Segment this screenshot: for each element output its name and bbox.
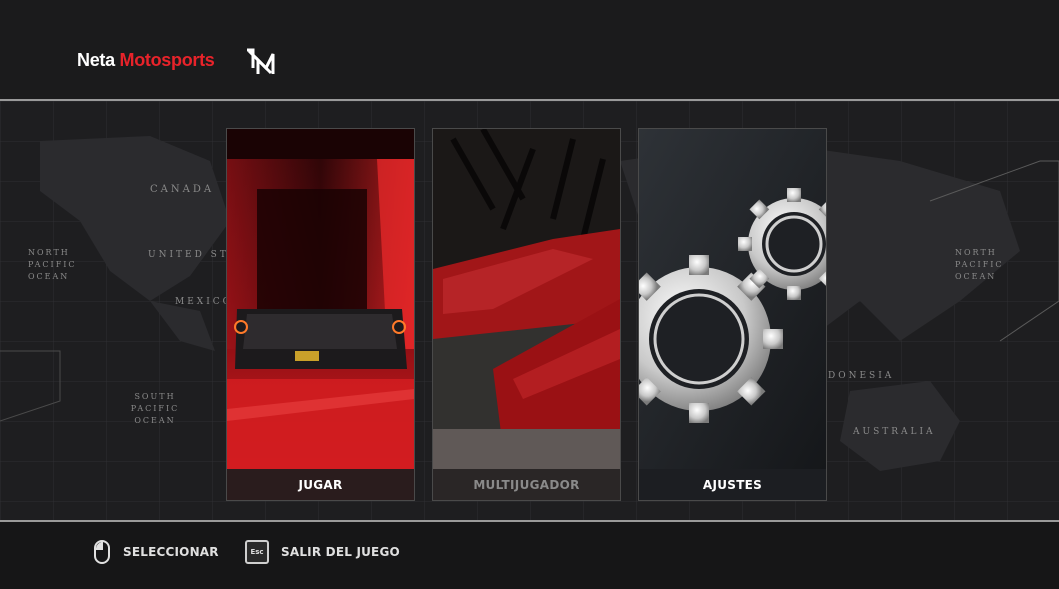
header-bar: Neta Motosports: [0, 0, 1059, 101]
select-label: SELECCIONAR: [123, 545, 219, 559]
map-label-north-pacific: NORTH PACIFIC OCEAN: [28, 248, 77, 281]
esc-key-icon: Esc: [245, 540, 269, 564]
map-label-australia: AUSTRALIA: [853, 427, 936, 437]
red-supercar-rear-image: [227, 129, 414, 469]
brand-name-part1: Neta: [77, 50, 115, 70]
card-label: MULTIJUGADOR: [433, 469, 620, 500]
mouse-icon: [94, 540, 110, 564]
card-label: AJUSTES: [639, 469, 826, 500]
map-label-canada: CANADA: [150, 184, 215, 195]
gears-image: [639, 129, 826, 469]
map-label-north-pacific-right: NORTH PACIFIC OCEAN: [955, 248, 1004, 281]
exit-hint[interactable]: Esc SALIR DEL JUEGO: [245, 540, 400, 564]
map-label-south-pacific: SOUTH PACIFIC OCEAN: [130, 392, 180, 425]
brand-logo-text: Neta Motosports: [77, 50, 215, 71]
select-hint: SELECCIONAR: [93, 540, 219, 564]
map-label-indonesia: DONESIA: [828, 371, 895, 381]
brand-monogram-icon: [247, 48, 275, 75]
brand-name-part2: Motosports: [119, 50, 215, 70]
menu-card-jugar[interactable]: JUGAR: [226, 128, 415, 501]
exit-label: SALIR DEL JUEGO: [281, 545, 400, 559]
map-label-mexico: MEXICO: [175, 297, 234, 307]
menu-card-ajustes[interactable]: AJUSTES: [638, 128, 827, 501]
esc-key-text: Esc: [250, 548, 264, 556]
red-sports-cars-image: [433, 129, 620, 469]
card-label: JUGAR: [227, 469, 414, 500]
menu-card-multijugador[interactable]: MULTIJUGADOR: [432, 128, 621, 501]
map-label-united-states: UNITED STA: [148, 250, 238, 260]
